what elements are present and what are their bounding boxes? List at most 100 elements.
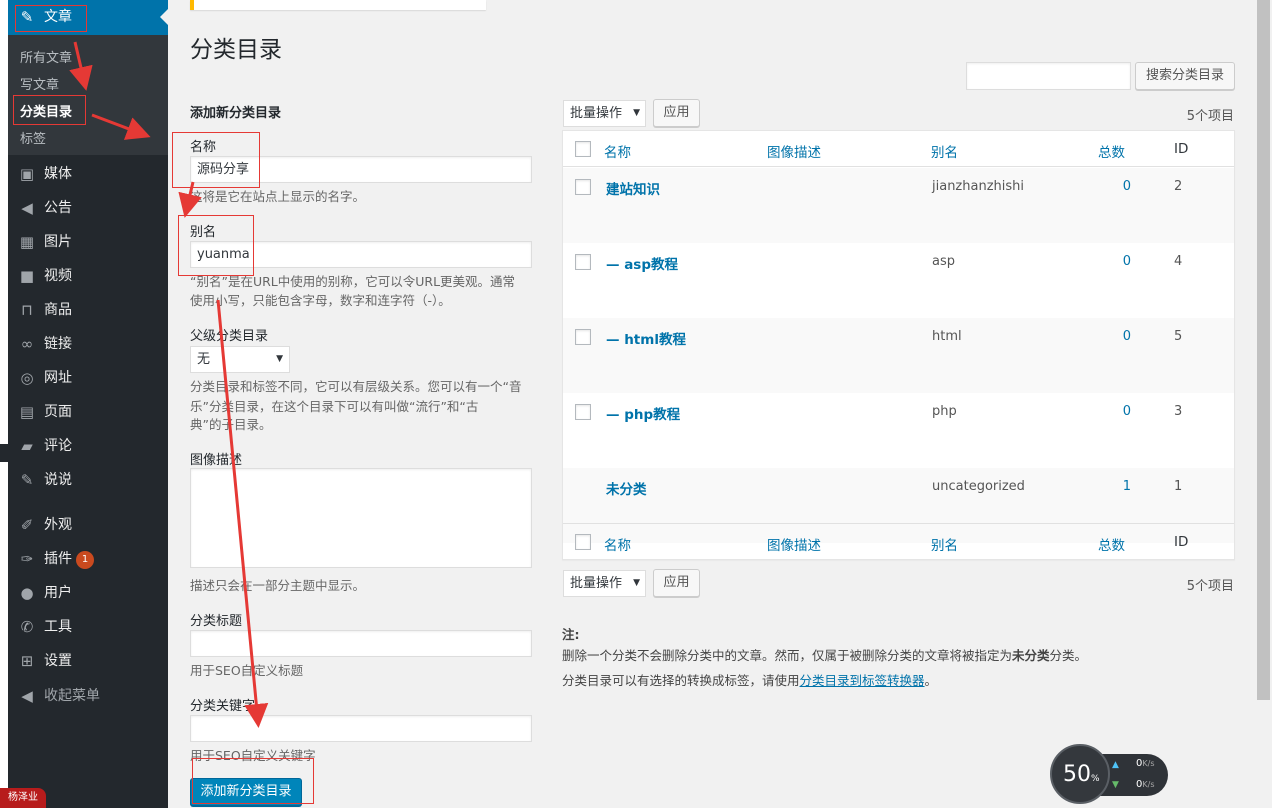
menu-item-label: 视频 (44, 267, 72, 285)
menu-item[interactable]: ◎ 网址 (8, 361, 168, 395)
submenu-tags[interactable]: 标签 (20, 128, 46, 147)
column-image-desc-footer[interactable]: 图像描述 (767, 534, 821, 554)
category-name-link[interactable]: — asp教程 (606, 253, 678, 273)
menu-item[interactable]: ▦ 图片 (8, 225, 168, 259)
page-icon: ▤ (19, 403, 35, 421)
usage-value: 50 (1063, 762, 1091, 787)
column-count[interactable]: 总数 (1098, 141, 1125, 161)
image-icon: ▦ (19, 233, 35, 251)
usage-percent: 50% (1063, 762, 1100, 787)
left-edge-strip (0, 0, 8, 808)
select-caret-icon: ▼ (633, 108, 640, 118)
column-name[interactable]: 名称 (604, 141, 631, 161)
annotation-box-slug (178, 215, 254, 276)
category-post-count-link[interactable]: 1 (1103, 479, 1131, 494)
notes-line-2: 分类目录可以有选择的转换成标签，请使用分类目录到标签转换器。 (562, 670, 1122, 691)
tag-converter-link[interactable]: 分类目录到标签转换器 (800, 673, 925, 688)
menu-item-label: 插件 1 (44, 550, 94, 569)
menu-item-label: 网址 (44, 369, 72, 387)
page-title: 分类目录 (190, 37, 282, 63)
search-categories-button[interactable]: 搜索分类目录 (1135, 62, 1235, 90)
table-row: — php教程 php 0 3 (563, 393, 1234, 468)
menu-item[interactable]: ▣ 媒体 (8, 157, 168, 191)
category-post-count-link[interactable]: 0 (1103, 404, 1131, 419)
menu-item-label: 公告 (44, 199, 72, 217)
image-description-textarea[interactable] (190, 468, 532, 568)
submenu-all-posts[interactable]: 所有文章 (20, 47, 72, 66)
menu-item[interactable]: ✆ 工具 (8, 610, 168, 644)
menu-item-label: 图片 (44, 233, 72, 251)
category-name-link[interactable]: — html教程 (606, 328, 686, 348)
category-name-link[interactable]: 未分类 (606, 478, 647, 498)
table-row: 建站知识 jianzhanzhishi 0 2 (563, 168, 1234, 243)
globe-icon: ◎ (20, 369, 34, 387)
user-icon: ● (20, 584, 34, 602)
submenu-new-post[interactable]: 写文章 (20, 74, 59, 93)
menu-item[interactable]: ⊓ 商品 (8, 293, 168, 327)
menu-item[interactable]: ✎ 说说 (8, 463, 168, 497)
select-all-checkbox[interactable] (575, 141, 591, 157)
item-count-bottom: 5个项目 (1186, 579, 1234, 594)
menu-item[interactable]: ✐ 外观 (8, 508, 168, 542)
category-post-count-link[interactable]: 0 (1103, 254, 1131, 269)
search-input[interactable] (966, 62, 1131, 90)
comment-icon: ▰ (21, 437, 33, 455)
menu-item[interactable]: ∞ 链接 (8, 327, 168, 361)
seo-title-input[interactable] (190, 630, 532, 657)
menu-item-text: 评论 (44, 438, 72, 454)
row-checkbox[interactable] (575, 404, 591, 420)
image-desc-label: 图像描述 (190, 453, 243, 468)
select-caret-icon: ▼ (276, 354, 283, 364)
collapse-menu[interactable]: ◀ 收起菜单 (8, 679, 168, 713)
category-notes: 注: 删除一个分类不会删除分类中的文章。然而，仅属于被删除分类的文章将被指定为未… (562, 624, 1122, 691)
scrollbar-thumb[interactable] (1257, 0, 1270, 700)
collapse-label: 收起菜单 (44, 688, 100, 704)
seo-keywords-input[interactable] (190, 715, 532, 742)
menu-item-text: 公告 (44, 200, 72, 216)
row-checkbox[interactable] (575, 329, 591, 345)
column-name-footer[interactable]: 名称 (604, 534, 631, 554)
menu-item-text: 商品 (44, 302, 72, 318)
parent-label: 父级分类目录 (190, 329, 269, 344)
menu-item[interactable]: ✑ 插件 1 (8, 542, 168, 576)
parent-category-select[interactable]: 无 ▼ (190, 346, 290, 373)
bulk-actions-select-top[interactable]: 批量操作 ▼ (563, 100, 646, 127)
menu-item[interactable]: ◀ 公告 (8, 191, 168, 225)
category-post-count-link[interactable]: 0 (1103, 179, 1131, 194)
column-image-desc[interactable]: 图像描述 (767, 141, 821, 161)
category-slug: jianzhanzhishi (932, 179, 1024, 194)
edge-block (0, 444, 8, 462)
apply-button-bottom[interactable]: 应用 (653, 569, 700, 597)
category-name-link[interactable]: 建站知识 (606, 178, 660, 198)
row-checkbox[interactable] (575, 254, 591, 270)
parent-description-3: 典”的子目录。 (190, 417, 272, 432)
vertical-scrollbar[interactable] (1255, 0, 1272, 808)
column-count-footer[interactable]: 总数 (1098, 534, 1125, 554)
menu-item-text: 用户 (44, 585, 72, 601)
category-name-link[interactable]: — php教程 (606, 403, 680, 423)
apply-button-top[interactable]: 应用 (653, 99, 700, 127)
category-id: 2 (1174, 179, 1183, 194)
menu-item[interactable]: ■ 视频 (8, 259, 168, 293)
notes-text: 分类目录可以有选择的转换成标签，请使用 (562, 673, 800, 688)
annotation-box-posts (15, 5, 87, 32)
bulk-actions-select-bottom[interactable]: 批量操作 ▼ (563, 570, 646, 597)
speed-unit: K/s (1142, 759, 1155, 768)
menu-item[interactable]: ▤ 页面 (8, 395, 168, 429)
name-description: 这将是它在站点上显示的名字。 (190, 189, 366, 204)
download-arrow-icon: ▼ (1112, 780, 1119, 790)
menu-item[interactable]: ▰ 评论 (8, 429, 168, 463)
column-slug-footer[interactable]: 别名 (931, 534, 958, 554)
select-all-checkbox-bottom[interactable] (575, 534, 591, 550)
menu-item[interactable]: ● 用户 (8, 576, 168, 610)
category-slug: html (932, 329, 962, 344)
plugin-icon: ✑ (20, 550, 34, 568)
category-post-count-link[interactable]: 0 (1103, 329, 1131, 344)
column-slug[interactable]: 别名 (931, 141, 958, 161)
table-row: — asp教程 asp 0 4 (563, 243, 1234, 318)
network-speed-widget[interactable]: 50% ▲ 0K/s ▼ 0K/s (1050, 744, 1170, 804)
notes-title: 注: (562, 627, 580, 642)
video-icon: ■ (19, 267, 35, 285)
row-checkbox[interactable] (575, 179, 591, 195)
menu-item[interactable]: ⊞ 设置 (8, 644, 168, 678)
